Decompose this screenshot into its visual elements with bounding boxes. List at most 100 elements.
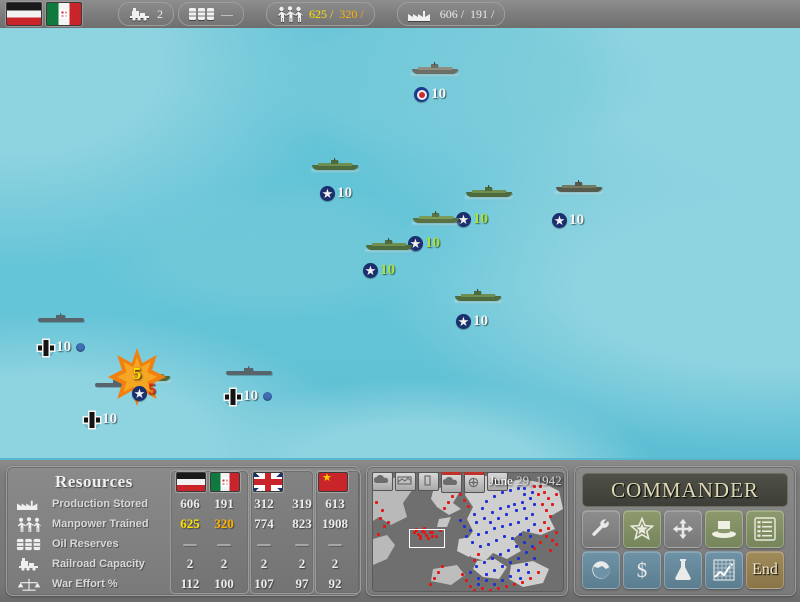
ship-sprite — [455, 290, 501, 301]
map-unit-usa[interactable] — [466, 186, 512, 197]
minimap-axis-dot — [513, 583, 516, 586]
resource-value: — — [313, 536, 357, 552]
minimap-allied-dot — [477, 533, 480, 536]
minimap-allied-dot — [483, 517, 486, 520]
naval-battle-marker[interactable]: 5★5 — [108, 348, 166, 406]
minimap-allied-dot — [509, 489, 512, 492]
unit-strength-tag[interactable]: 10 — [414, 86, 446, 103]
minimap-allied-dot — [505, 513, 508, 516]
minimap-allied-dot — [517, 521, 520, 524]
political-layer-button[interactable] — [395, 472, 416, 491]
railroad-value: 2 — [157, 7, 163, 22]
minimap-panel[interactable]: June 29, 1942 — [366, 466, 568, 596]
unit-strength-tag[interactable]: ★10 — [320, 185, 352, 202]
usaaf-star-roundel-icon: ★ — [552, 213, 567, 228]
topbar-manpower[interactable]: 625 / 320 / — [266, 2, 375, 26]
unit-strength-tag[interactable]: 10 — [38, 339, 85, 356]
settings-layer-button[interactable] — [464, 472, 485, 493]
resource-row: Production Stored — [13, 494, 173, 514]
globe-button[interactable] — [582, 551, 620, 589]
map-unit-ger[interactable] — [38, 314, 84, 322]
minimap-axis-dot — [543, 521, 546, 524]
resources-flag-united-kingdom[interactable] — [253, 472, 283, 492]
minimap-axis-dot — [537, 493, 540, 496]
map-unit-usa[interactable] — [366, 239, 412, 250]
resources-flag-italy[interactable] — [210, 472, 240, 492]
end-turn-button[interactable]: End — [746, 551, 784, 589]
ship-sprite — [312, 159, 358, 170]
unit-strength-value: 10 — [431, 86, 446, 103]
map-unit-usa[interactable] — [312, 159, 358, 170]
map-unit-uk[interactable] — [412, 63, 458, 74]
balkenkreuz-icon — [225, 389, 241, 405]
weather-layer-button[interactable] — [441, 472, 462, 493]
resources-flag-germany[interactable] — [176, 472, 206, 492]
scales-icon — [13, 576, 45, 592]
oil-barrels-icon — [189, 7, 215, 21]
terrain-layer-button[interactable] — [372, 472, 393, 491]
minimap-allied-dot — [501, 565, 504, 568]
game-screen: 2 — 625 / 320 / — [0, 0, 800, 600]
map-unit-usa[interactable] — [413, 212, 459, 223]
economy-button[interactable]: $ — [623, 551, 661, 589]
minimap-axis-dot — [481, 587, 484, 590]
topbar-flag-italy[interactable] — [46, 2, 82, 26]
resource-value: 100 — [207, 576, 241, 592]
minimap-allied-dot — [473, 513, 476, 516]
move-arrows-icon — [672, 518, 694, 540]
topbar-flag-germany[interactable] — [6, 2, 42, 26]
map-unit-ger[interactable] — [226, 367, 272, 375]
map-unit-usa[interactable] — [556, 181, 602, 192]
usaaf-star-roundel-icon: ★ — [363, 263, 378, 278]
minimap-allied-dot — [529, 497, 532, 500]
move-button[interactable] — [664, 510, 702, 548]
minimap-allied-dot — [479, 545, 482, 548]
minimap-axis-dot — [375, 501, 378, 504]
date-rest: 29, 1942 — [516, 473, 562, 488]
minimap-axis-dot — [437, 571, 440, 574]
usaaf-star-roundel-icon: ★ — [132, 386, 147, 401]
statistics-button[interactable] — [705, 551, 743, 589]
minimap-axis-dot — [551, 539, 554, 542]
resource-value: 2 — [247, 556, 281, 572]
decorations-button[interactable] — [623, 510, 661, 548]
unit-strength-tag[interactable]: ★10 — [552, 212, 584, 229]
minimap-allied-dot — [533, 503, 536, 506]
game-map[interactable]: 10★10★10★10★10★10★10101010 5★5 — [0, 28, 800, 458]
minimap-allied-dot — [487, 543, 490, 546]
commander-button-grid: $ End — [582, 510, 788, 589]
minimap-viewport-box[interactable] — [409, 529, 445, 548]
resources-flag-soviet-union[interactable] — [318, 472, 348, 492]
minimap-axis-dot — [539, 529, 542, 532]
minimap-allied-dot — [465, 535, 468, 538]
minimap-axis-dot — [451, 495, 454, 498]
unit-strength-tag[interactable]: ★10 — [363, 262, 395, 279]
resource-label: Railroad Capacity — [52, 558, 145, 570]
list-icon — [753, 517, 777, 541]
map-unit-usa[interactable] — [455, 290, 501, 301]
unit-strength-tag[interactable]: ★10 — [456, 313, 488, 330]
minimap-axis-dot — [547, 527, 550, 530]
repair-button[interactable] — [582, 510, 620, 548]
units-layer-button[interactable] — [418, 472, 439, 491]
ship-sprite — [413, 212, 459, 223]
diplomacy-button[interactable] — [705, 510, 743, 548]
topbar-production[interactable]: 606 / 191 / — [397, 2, 506, 26]
unit-strength-tag[interactable]: ★10 — [456, 211, 488, 228]
submarine-sprite — [226, 367, 272, 375]
topbar-railroad-capacity[interactable]: 2 — [118, 2, 174, 26]
minimap-allied-dot — [531, 513, 534, 516]
research-button[interactable] — [664, 551, 702, 589]
reports-button[interactable] — [746, 510, 784, 548]
topbar-oil-reserves[interactable]: — — [178, 2, 244, 26]
minimap-axis-dot — [539, 541, 542, 544]
train-icon — [129, 7, 151, 21]
minimap-allied-dot — [501, 525, 504, 528]
minimap-axis-dot — [555, 531, 558, 534]
minimap-allied-dot — [525, 551, 528, 554]
resource-value: 112 — [173, 576, 207, 592]
unit-strength-tag[interactable]: 10 — [225, 388, 272, 405]
unit-strength-tag[interactable]: 10 — [84, 411, 117, 428]
svg-text:$: $ — [637, 558, 648, 582]
globe-icon — [590, 559, 612, 581]
